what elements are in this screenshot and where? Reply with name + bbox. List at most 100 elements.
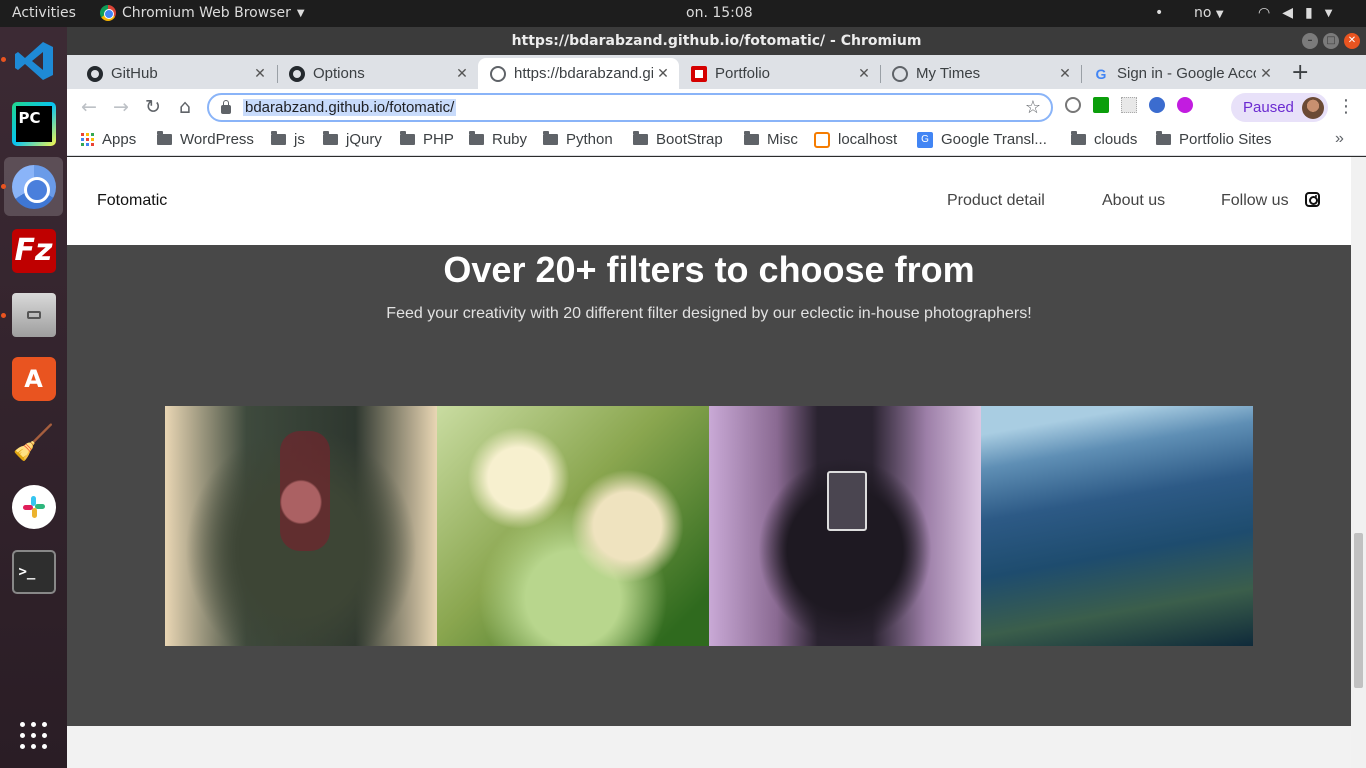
show-applications-button[interactable] xyxy=(4,706,63,765)
nav-product-detail[interactable]: Product detail xyxy=(947,192,1045,210)
nav-follow-us[interactable]: Follow us xyxy=(1221,192,1289,210)
tab-strip: GitHub ✕ Options ✕ https://bdarabzand.gi… xyxy=(67,55,1366,89)
folder-icon xyxy=(469,131,484,145)
bookmark-folder-js[interactable]: js xyxy=(271,131,305,148)
bookmark-label: js xyxy=(294,131,305,148)
clock[interactable]: on. 15:08 xyxy=(686,5,753,21)
forward-button[interactable]: → xyxy=(109,95,133,119)
chromium-icon xyxy=(100,5,116,21)
page-viewport: Fotomatic Product detail About us Follow… xyxy=(67,157,1366,768)
tab-github[interactable]: GitHub ✕ xyxy=(75,58,276,89)
tab-options[interactable]: Options ✕ xyxy=(277,58,478,89)
profile-button[interactable]: Paused xyxy=(1231,93,1328,122)
apps-icon xyxy=(81,133,94,146)
extension-icon[interactable] xyxy=(1121,97,1137,113)
keyboard-layout-menu[interactable]: no ▼ xyxy=(1194,5,1224,21)
close-tab-button[interactable]: ✕ xyxy=(653,65,673,82)
address-bar[interactable]: bdarabzand.github.io/fotomatic/ ☆ xyxy=(207,93,1053,122)
bookmark-folder-clouds[interactable]: clouds xyxy=(1071,131,1137,148)
chevron-down-icon: ▼ xyxy=(1215,9,1224,20)
close-tab-button[interactable]: ✕ xyxy=(452,65,472,82)
bookmark-folder-misc[interactable]: Misc xyxy=(744,131,798,148)
system-menu[interactable]: ◠ ◀ ▮ ▼ xyxy=(1258,5,1332,21)
reload-button[interactable]: ↻ xyxy=(141,95,165,119)
software-label: A xyxy=(24,364,43,393)
extension-icon[interactable] xyxy=(1177,97,1193,113)
extensions-area xyxy=(1065,97,1193,113)
tray-indicator[interactable]: • xyxy=(1155,5,1163,21)
dock-terminal[interactable]: >_ xyxy=(4,542,63,601)
minimize-button[interactable]: – xyxy=(1302,33,1318,49)
localhost-icon xyxy=(814,131,830,148)
bookmark-localhost[interactable]: localhost xyxy=(814,131,897,148)
bookmark-folder-php[interactable]: PHP xyxy=(400,131,454,148)
bookmark-folder-bootstrap[interactable]: BootStrap xyxy=(633,131,723,148)
bookmark-folder-ruby[interactable]: Ruby xyxy=(469,131,527,148)
site-brand[interactable]: Fotomatic xyxy=(97,192,167,210)
tab-fotomatic[interactable]: https://bdarabzand.github.io/fotomatic/ … xyxy=(478,58,679,89)
files-icon xyxy=(11,292,56,337)
broom-icon: 🧹 xyxy=(12,422,55,463)
globe-icon xyxy=(490,65,506,82)
dock-filezilla[interactable]: Fz xyxy=(4,221,63,280)
back-button[interactable]: ← xyxy=(77,95,101,119)
lock-icon[interactable] xyxy=(221,100,231,114)
instagram-icon[interactable] xyxy=(1305,192,1320,207)
bookmarks-overflow-button[interactable]: » xyxy=(1335,130,1344,148)
dock-bleachbit[interactable]: 🧹 xyxy=(4,413,63,472)
google-icon: G xyxy=(1095,65,1107,82)
filters-section: Over 20+ filters to choose from Feed you… xyxy=(67,245,1351,726)
filezilla-icon: Fz xyxy=(11,228,56,273)
site-navbar: Fotomatic Product detail About us Follow… xyxy=(67,157,1351,245)
chevron-down-icon: ▼ xyxy=(296,7,305,19)
folder-icon xyxy=(1071,131,1086,145)
dock-vscode[interactable] xyxy=(4,31,63,90)
extension-icon[interactable] xyxy=(1065,97,1081,113)
folder-icon xyxy=(157,131,172,145)
folder-icon xyxy=(1156,131,1171,145)
bookmark-label: Apps xyxy=(102,131,137,148)
tab-google-sign-in[interactable]: G Sign in - Google Accounts ✕ xyxy=(1081,58,1282,89)
bookmark-google-translate[interactable]: G Google Transl... xyxy=(917,131,1047,148)
close-tab-button[interactable]: ✕ xyxy=(1256,65,1276,82)
bookmark-label: jQury xyxy=(346,131,382,148)
url-text[interactable]: bdarabzand.github.io/fotomatic/ xyxy=(243,99,457,116)
dock-pycharm[interactable]: PC xyxy=(4,94,63,153)
tab-portfolio[interactable]: Portfolio ✕ xyxy=(679,58,880,89)
app-menu[interactable]: Chromium Web Browser ▼ xyxy=(100,5,305,21)
close-window-button[interactable]: ✕ xyxy=(1344,33,1360,49)
maximize-button[interactable]: □ xyxy=(1323,33,1339,49)
running-indicator xyxy=(1,184,6,189)
close-tab-button[interactable]: ✕ xyxy=(854,65,874,82)
bookmark-star-icon[interactable]: ☆ xyxy=(1025,97,1041,118)
slack-icon xyxy=(11,484,56,529)
bookmark-folder-jqury[interactable]: jQury xyxy=(323,131,382,148)
dock-files[interactable] xyxy=(4,285,63,344)
activities-button[interactable]: Activities xyxy=(12,5,76,21)
dock-chromium[interactable] xyxy=(4,157,63,216)
tab-label: My Times xyxy=(916,65,981,82)
home-button[interactable]: ⌂ xyxy=(173,95,197,119)
browser-menu-button[interactable]: ⋮ xyxy=(1337,96,1355,117)
window-controls: – □ ✕ xyxy=(1302,33,1360,49)
extension-icon[interactable] xyxy=(1149,97,1165,113)
new-tab-button[interactable]: + xyxy=(1291,60,1309,85)
close-tab-button[interactable]: ✕ xyxy=(1055,65,1075,82)
rose-photo xyxy=(165,406,437,646)
scrollbar-thumb[interactable] xyxy=(1354,533,1363,688)
bookmark-apps[interactable]: Apps xyxy=(81,131,136,148)
nav-about-us[interactable]: About us xyxy=(1102,192,1165,210)
dock-ubuntu-software[interactable]: A xyxy=(4,349,63,408)
dock-slack[interactable] xyxy=(4,477,63,536)
checkmark-extension-icon[interactable] xyxy=(1093,97,1109,113)
bookmark-label: BootStrap xyxy=(656,131,723,148)
bookmark-folder-portfolio-sites[interactable]: Portfolio Sites xyxy=(1156,131,1272,148)
window-title-bar[interactable]: https://bdarabzand.github.io/fotomatic/ … xyxy=(67,27,1366,55)
tab-my-times[interactable]: My Times ✕ xyxy=(880,58,1081,89)
bookmark-label: localhost xyxy=(838,131,898,148)
vertical-scrollbar[interactable] xyxy=(1351,157,1366,768)
close-tab-button[interactable]: ✕ xyxy=(250,65,270,82)
bookmark-folder-wordpress[interactable]: WordPress xyxy=(157,131,254,148)
profile-status: Paused xyxy=(1243,99,1294,116)
bookmark-folder-python[interactable]: Python xyxy=(543,131,613,148)
